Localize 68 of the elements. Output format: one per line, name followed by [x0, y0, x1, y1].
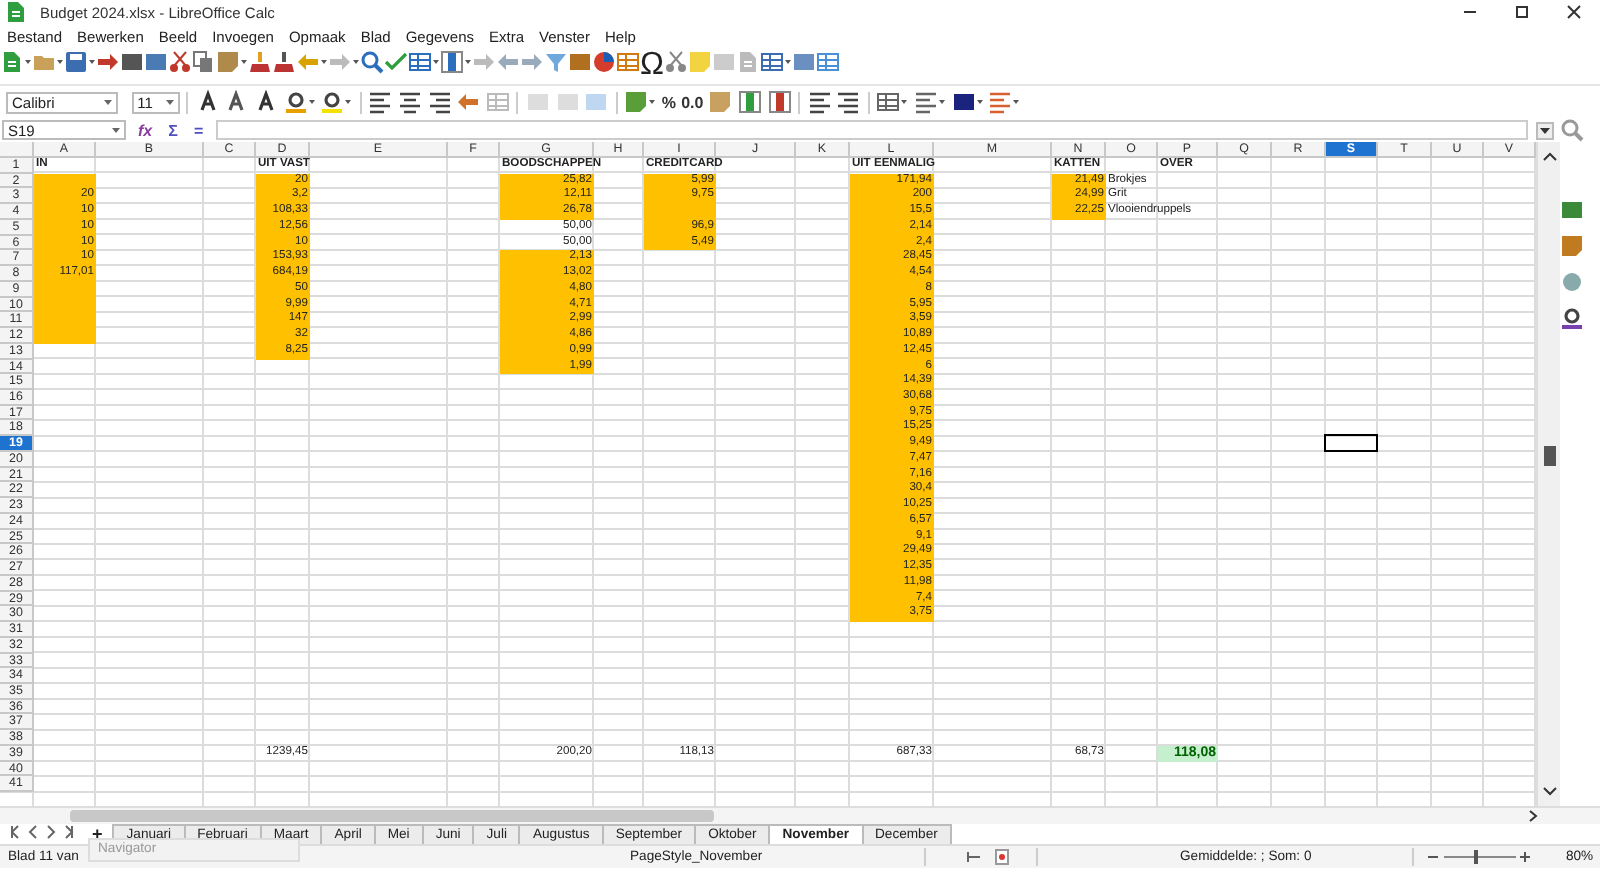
scroll-right-icon[interactable] [1528, 810, 1540, 822]
horizontal-scrollbar[interactable] [70, 810, 714, 822]
formula-button[interactable]: Σ [164, 121, 182, 139]
paste-icon[interactable] [216, 50, 248, 74]
conditional-format-icon[interactable] [988, 90, 1021, 114]
highlight-color-icon[interactable] [320, 90, 353, 114]
row-icon[interactable] [408, 50, 440, 74]
underline-icon[interactable] [253, 90, 278, 114]
next-sheet-icon[interactable] [44, 824, 58, 840]
save-icon[interactable] [64, 50, 96, 74]
maximize-icon[interactable] [1514, 4, 1530, 20]
caret-icon[interactable] [100, 94, 116, 110]
toggle-grid-icon[interactable] [815, 50, 840, 74]
align-right-icon[interactable] [427, 90, 452, 114]
split-window-icon[interactable] [791, 50, 816, 74]
scroll-down-icon[interactable] [1542, 786, 1558, 798]
freeze-rows-icon[interactable] [759, 50, 792, 74]
export-pdf-icon[interactable] [96, 50, 120, 74]
app-icon [4, 0, 28, 24]
previous-sheet-icon[interactable] [26, 824, 40, 840]
align-center-icon[interactable] [397, 90, 422, 114]
font-color-icon[interactable] [283, 90, 316, 114]
spelling-icon[interactable] [384, 50, 408, 74]
close-icon[interactable] [1566, 4, 1582, 20]
bold-icon[interactable] [195, 90, 220, 114]
add-sheet-button[interactable]: + [92, 824, 103, 844]
scroll-up-icon[interactable] [1542, 150, 1558, 162]
number-format-button[interactable]: 0.0 [681, 93, 704, 111]
add-decimal-icon[interactable] [737, 90, 762, 114]
expand-icon[interactable] [1536, 121, 1554, 139]
border-color-icon[interactable] [951, 90, 984, 114]
print-icon[interactable] [120, 50, 144, 74]
italic-icon[interactable] [224, 90, 249, 114]
new-document-icon[interactable] [0, 50, 32, 74]
special-character-button[interactable]: Ω [640, 48, 664, 82]
delete-decimal-icon[interactable] [767, 90, 791, 114]
align-left-icon[interactable] [368, 90, 393, 114]
chart-icon[interactable] [592, 50, 616, 74]
first-sheet-icon[interactable] [8, 824, 22, 840]
increase-indent-icon[interactable] [807, 90, 832, 114]
decrease-indent-icon[interactable] [836, 90, 861, 114]
copy-icon[interactable] [192, 50, 216, 74]
caret-icon[interactable] [161, 94, 178, 110]
formula-input[interactable] [215, 120, 1528, 140]
formula-button[interactable]: fx [134, 121, 157, 139]
clone-formatting-icon[interactable] [248, 50, 272, 74]
cut-icon[interactable] [168, 50, 192, 74]
zoom-slider-thumb[interactable] [1473, 850, 1478, 864]
column-icon[interactable] [440, 50, 472, 74]
selection-mode-icon [966, 850, 982, 864]
zoom-out-icon[interactable] [1428, 852, 1438, 862]
percent-button[interactable]: % [661, 93, 676, 111]
gallery-icon[interactable] [1560, 234, 1584, 258]
clear-formatting-icon[interactable] [272, 50, 296, 74]
find-replace-icon[interactable] [360, 50, 384, 74]
pivot-table-icon[interactable] [616, 50, 640, 74]
merge-cells-icon[interactable] [485, 90, 510, 114]
scrollbar-thumb[interactable] [1544, 446, 1556, 466]
currency-icon[interactable] [624, 90, 657, 114]
last-sheet-icon[interactable] [62, 824, 76, 840]
print-preview-icon[interactable] [144, 50, 168, 74]
borders-icon[interactable] [876, 90, 909, 114]
functions-icon[interactable] [1560, 306, 1584, 330]
zoom-in-icon[interactable] [1520, 852, 1530, 862]
styles-icon[interactable] [1560, 198, 1584, 222]
image-icon[interactable] [568, 50, 592, 74]
formula-button[interactable]: = [189, 121, 208, 139]
border-style-icon[interactable] [914, 90, 947, 114]
